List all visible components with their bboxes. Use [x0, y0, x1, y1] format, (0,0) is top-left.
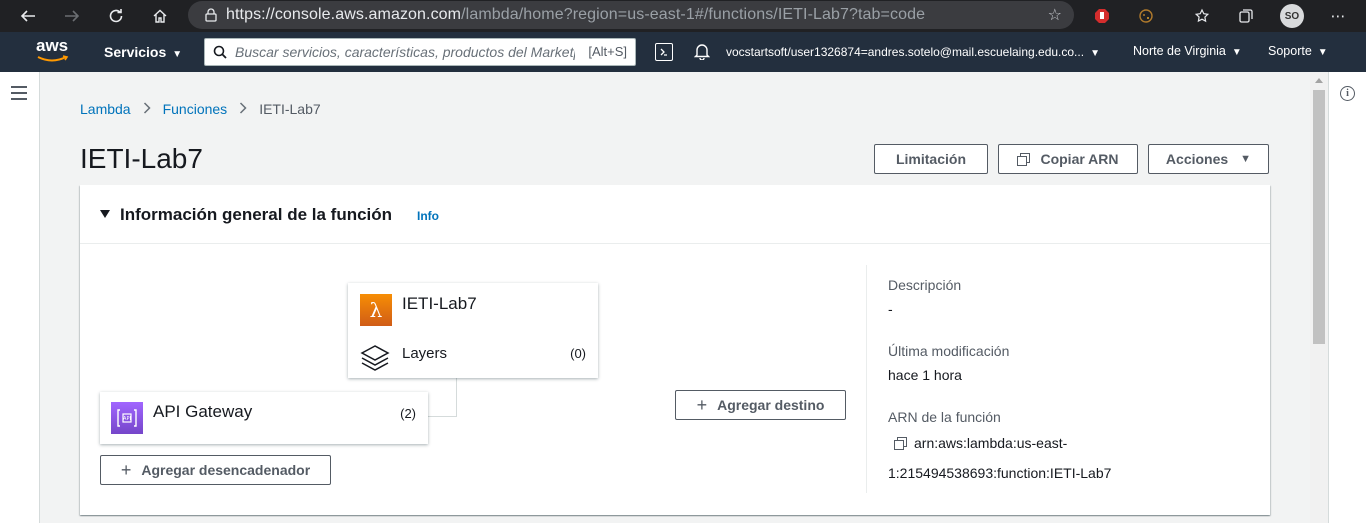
- function-overview-panel: Información general de la función Info λ…: [80, 185, 1270, 515]
- notifications-bell-icon[interactable]: [693, 42, 711, 65]
- copy-arn-label: Copiar ARN: [1040, 151, 1119, 167]
- lambda-icon: λ: [360, 294, 392, 326]
- last-modified-value: hace 1 hora: [888, 367, 962, 383]
- arn-line-1: arn:aws:lambda:us-east-: [914, 435, 1068, 451]
- plus-icon: +: [120, 460, 132, 480]
- svg-text:API: API: [123, 416, 131, 422]
- browser-toolbar: https://console.aws.amazon.com/lambda/ho…: [0, 0, 1366, 32]
- region-label: Norte de Virginia: [1133, 44, 1226, 58]
- caret-down-icon: ▼: [1231, 47, 1242, 58]
- support-label: Soporte: [1268, 44, 1312, 58]
- description-label: Descripción: [888, 277, 962, 293]
- trigger-count: (2): [400, 406, 416, 421]
- scroll-thumb[interactable]: [1313, 90, 1325, 344]
- arn-value: arn:aws:lambda:us-east-: [888, 435, 1067, 451]
- region-menu[interactable]: Norte de Virginia ▼: [1133, 44, 1242, 58]
- support-menu[interactable]: Soporte ▼: [1268, 44, 1328, 58]
- arn-label: ARN de la función: [888, 409, 1001, 425]
- breadcrumb-current: IETI-Lab7: [259, 101, 321, 117]
- home-button[interactable]: [144, 0, 176, 32]
- aws-logo[interactable]: aws: [36, 36, 72, 66]
- layers-count: (0): [570, 346, 586, 361]
- throttle-button[interactable]: Limitación: [874, 144, 988, 174]
- copy-icon: [1017, 152, 1031, 166]
- breadcrumb: Lambda Funciones IETI-Lab7: [80, 101, 321, 117]
- profile-avatar[interactable]: SO: [1280, 4, 1304, 28]
- collections-icon[interactable]: [1234, 4, 1258, 28]
- actions-dropdown-button[interactable]: Acciones ▼: [1148, 144, 1269, 174]
- right-side-rail: i: [1328, 72, 1366, 523]
- back-button[interactable]: [12, 0, 44, 32]
- adblock-extension-icon[interactable]: [1090, 4, 1114, 28]
- add-trigger-button[interactable]: + Agregar desencadenador: [100, 455, 331, 485]
- add-trigger-label: Agregar desencadenador: [141, 462, 311, 478]
- vertical-divider: [866, 265, 867, 493]
- function-name: IETI-Lab7: [402, 294, 477, 313]
- trigger-name: API Gateway: [153, 402, 253, 421]
- search-input[interactable]: [235, 44, 575, 60]
- aws-top-nav: aws Servicios ▼ [Alt+S] vocstartsoft/user…: [0, 32, 1366, 72]
- reload-button[interactable]: [100, 0, 132, 32]
- services-menu-button[interactable]: Servicios ▼: [104, 44, 182, 60]
- lock-icon: [196, 8, 226, 22]
- info-panel-icon[interactable]: i: [1340, 86, 1355, 101]
- address-bar[interactable]: https://console.aws.amazon.com/lambda/ho…: [188, 1, 1074, 29]
- caret-down-icon: ▼: [172, 49, 183, 60]
- services-label: Servicios: [104, 44, 167, 60]
- diagram-connector: [428, 416, 457, 417]
- api-gateway-icon: API: [111, 402, 143, 434]
- search-shortcut: [Alt+S]: [588, 44, 627, 59]
- add-destination-label: Agregar destino: [717, 397, 825, 413]
- plus-icon: +: [696, 395, 708, 415]
- left-side-rail: [0, 72, 40, 523]
- aws-logo-text: aws: [36, 36, 69, 55]
- search-box[interactable]: [Alt+S]: [204, 38, 636, 66]
- account-menu[interactable]: vocstartsoft/user1326874=andres.sotelo@m…: [726, 45, 1100, 59]
- info-link[interactable]: Info: [417, 209, 439, 223]
- copy-arn-button[interactable]: Copiar ARN: [998, 144, 1138, 174]
- url-text: https://console.aws.amazon.com/lambda/ho…: [226, 6, 925, 24]
- hamburger-menu-icon[interactable]: [11, 86, 27, 104]
- account-label: vocstartsoft/user1326874=andres.sotelo@m…: [726, 45, 1085, 59]
- layers-icon: [360, 343, 390, 376]
- arn-line-2: 1:215494538693:function:IETI-Lab7: [888, 465, 1112, 481]
- url-path: /lambda/home?region=us-east-1#/functions…: [461, 6, 926, 23]
- page-scrollbar[interactable]: [1310, 72, 1328, 523]
- caret-down-icon: ▼: [1240, 153, 1252, 165]
- actions-label: Acciones: [1165, 151, 1229, 167]
- scroll-up-arrow-icon[interactable]: [1315, 78, 1323, 83]
- description-value: -: [888, 301, 893, 317]
- url-host: console.aws.amazon.com: [274, 6, 462, 23]
- copy-icon[interactable]: [894, 436, 907, 450]
- breadcrumb-functions[interactable]: Funciones: [163, 101, 228, 117]
- last-modified-label: Última modificación: [888, 343, 1010, 359]
- search-icon: [205, 45, 235, 59]
- collapse-caret-icon[interactable]: [100, 210, 110, 218]
- more-options-icon[interactable]: ⋯: [1326, 4, 1350, 28]
- function-diagram: λ IETI-Lab7 Layers (0) API API Gateway (…: [80, 245, 866, 515]
- breadcrumb-lambda[interactable]: Lambda: [80, 101, 131, 117]
- caret-down-icon: ▼: [1317, 47, 1328, 58]
- cloudshell-icon[interactable]: [655, 43, 673, 61]
- chevron-right-icon: [143, 101, 151, 117]
- layers-label[interactable]: Layers: [402, 345, 447, 362]
- panel-title: Información general de la función: [120, 205, 393, 224]
- panel-header[interactable]: Información general de la función Info: [80, 185, 1270, 244]
- trigger-card[interactable]: API API Gateway (2): [100, 392, 428, 444]
- favorites-icon[interactable]: [1190, 4, 1214, 28]
- page-title: IETI-Lab7: [80, 143, 203, 174]
- chevron-right-icon: [239, 101, 247, 117]
- forward-button[interactable]: [56, 0, 88, 32]
- url-prefix: https://: [226, 6, 275, 23]
- function-card[interactable]: λ IETI-Lab7 Layers (0): [348, 283, 598, 378]
- favorite-star-icon[interactable]: ☆: [1048, 5, 1062, 25]
- add-destination-button[interactable]: + Agregar destino: [675, 390, 846, 420]
- caret-down-icon: ▼: [1090, 48, 1100, 59]
- diagram-connector: [456, 378, 457, 416]
- cookie-extension-icon[interactable]: [1134, 4, 1158, 28]
